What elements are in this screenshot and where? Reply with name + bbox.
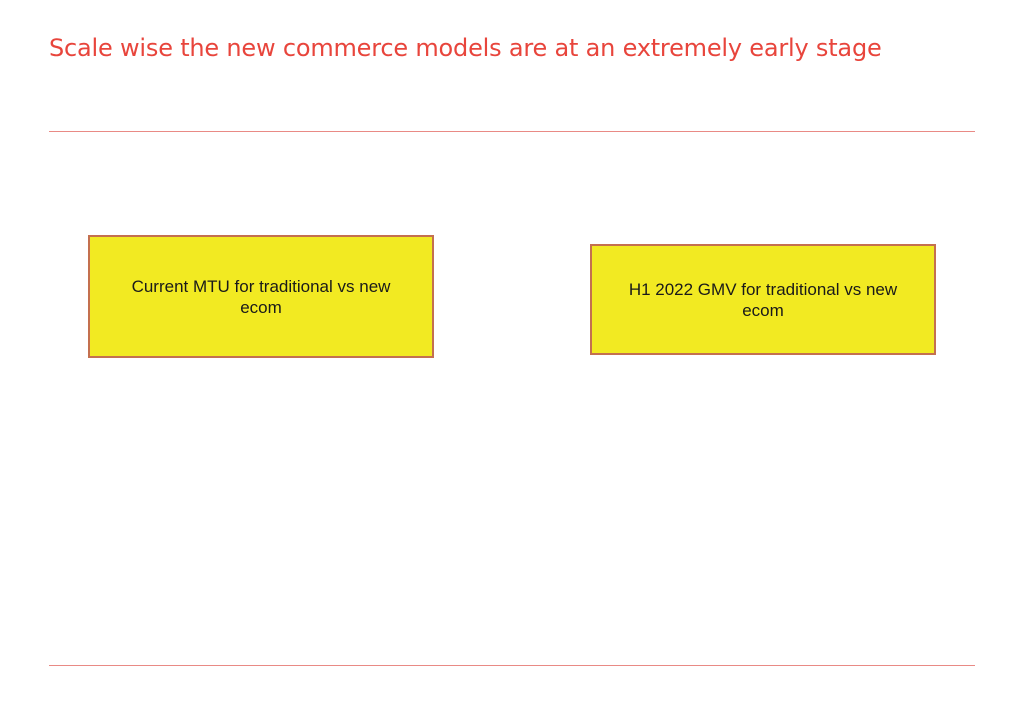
mtu-placeholder-label: Current MTU for traditional vs new ecom [131, 276, 391, 317]
slide: Scale wise the new commerce models are a… [0, 0, 1024, 709]
mtu-placeholder-box: Current MTU for traditional vs new ecom [88, 235, 434, 358]
gmv-placeholder-box: H1 2022 GMV for traditional vs new ecom [590, 244, 936, 355]
top-divider [49, 131, 975, 132]
gmv-placeholder-label: H1 2022 GMV for traditional vs new ecom [628, 279, 898, 320]
bottom-divider [49, 665, 975, 666]
slide-title: Scale wise the new commerce models are a… [49, 34, 882, 62]
